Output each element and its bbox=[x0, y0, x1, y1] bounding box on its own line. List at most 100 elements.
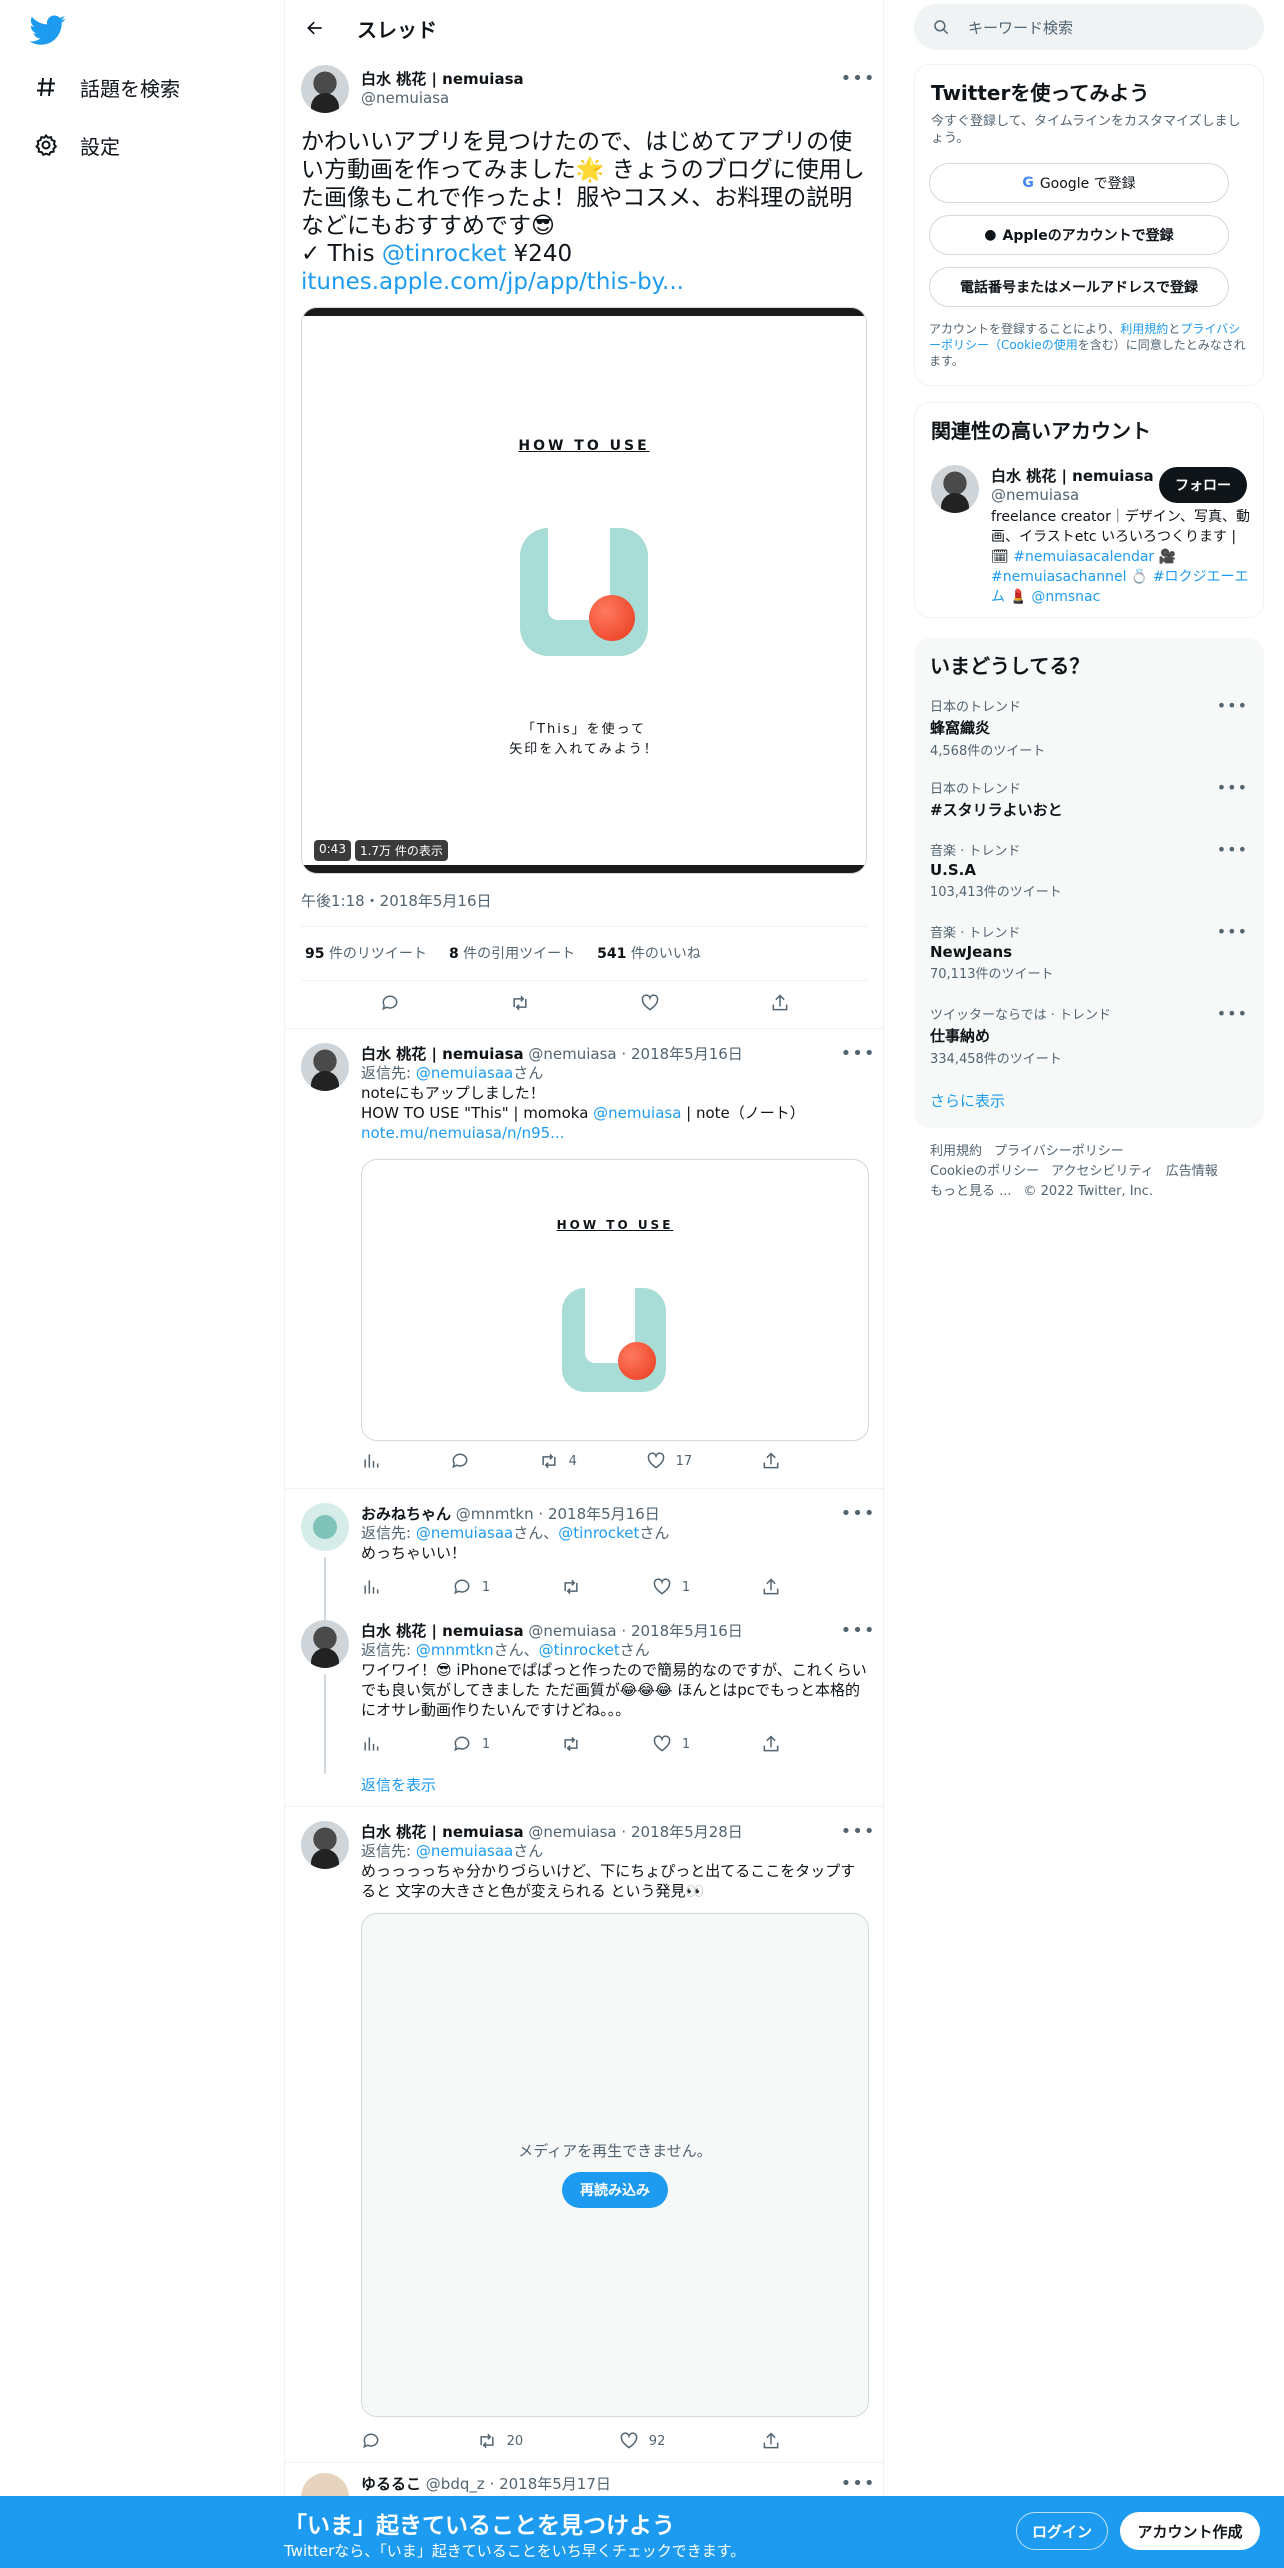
reply-to-link[interactable]: @nemuiasaa bbox=[416, 1524, 513, 1542]
reply-date[interactable]: 2018年5月17日 bbox=[499, 2475, 611, 2493]
tweet-author[interactable]: 白水 桃花 | nemuiasa @nemuiasa bbox=[361, 68, 524, 107]
retweet-button[interactable] bbox=[561, 1734, 581, 1754]
twitter-logo-icon[interactable] bbox=[29, 12, 66, 48]
reply-button[interactable] bbox=[361, 2431, 381, 2451]
reply-author-name[interactable]: 白水 桃花 | nemuiasa bbox=[361, 1045, 524, 1063]
hashtag-link[interactable]: #nemuiasacalendar bbox=[1013, 549, 1154, 565]
reply-author-name[interactable]: ゆるるこ bbox=[361, 2475, 421, 2493]
show-replies-link[interactable]: 返信を表示 bbox=[361, 1774, 436, 1795]
retweet-button[interactable] bbox=[561, 1577, 581, 1597]
avatar[interactable] bbox=[301, 1043, 349, 1091]
footer-cookie-link[interactable]: Cookieのポリシー bbox=[930, 1164, 1039, 1179]
mention-link[interactable]: @tinrocket bbox=[382, 241, 506, 267]
like-button[interactable]: 92 bbox=[619, 2431, 665, 2451]
mention-link[interactable]: @nmsnac bbox=[1031, 589, 1100, 605]
reply-date[interactable]: 2018年5月16日 bbox=[548, 1505, 660, 1523]
like-button[interactable] bbox=[640, 993, 660, 1013]
more-options-icon[interactable]: ••• bbox=[841, 1503, 875, 1524]
like-button[interactable]: 1 bbox=[652, 1734, 690, 1754]
more-options-icon[interactable]: ••• bbox=[841, 1043, 875, 1064]
analytics-button[interactable] bbox=[361, 1734, 381, 1754]
quote-stat[interactable]: 8 件の引用ツイート bbox=[449, 943, 575, 963]
more-options-icon[interactable]: ••• bbox=[841, 2473, 875, 2494]
trend-item[interactable]: ツイッターならでは · トレンド 仕事納め 334,458件のツイート ••• bbox=[930, 1004, 1248, 1067]
show-more-link[interactable]: さらに表示 bbox=[930, 1090, 1005, 1111]
reply-button[interactable]: 1 bbox=[452, 1577, 490, 1597]
login-button[interactable]: ログイン bbox=[1016, 2512, 1108, 2550]
footer-terms-link[interactable]: 利用規約 bbox=[930, 1144, 982, 1159]
avatar[interactable] bbox=[301, 1503, 349, 1551]
more-options-icon[interactable]: ••• bbox=[1217, 1004, 1248, 1023]
footer-accessibility-link[interactable]: アクセシビリティ bbox=[1051, 1164, 1154, 1179]
like-stat[interactable]: 541 件のいいね bbox=[597, 943, 701, 963]
nav-explore[interactable]: 話題を検索 bbox=[32, 67, 180, 107]
reply-tweet[interactable]: おみねちゃん @mnmtkn · 2018年5月16日 ••• 返信先: @ne… bbox=[285, 1488, 885, 1621]
link-card[interactable]: HOW TO USE bbox=[361, 1159, 869, 1441]
external-link[interactable]: itunes.apple.com/jp/app/this-by... bbox=[301, 269, 684, 295]
avatar[interactable] bbox=[931, 465, 979, 513]
more-options-icon[interactable]: ••• bbox=[1217, 778, 1248, 797]
reply-to-link[interactable]: @tinrocket bbox=[539, 1641, 620, 1659]
like-button[interactable]: 17 bbox=[646, 1451, 692, 1471]
share-button[interactable] bbox=[761, 1577, 781, 1597]
reply-date[interactable]: 2018年5月16日 bbox=[631, 1622, 743, 1640]
avatar[interactable] bbox=[301, 2473, 349, 2496]
retweet-stat[interactable]: 95 件のリツイート bbox=[305, 943, 427, 963]
avatar[interactable] bbox=[301, 1620, 349, 1668]
phone-signup-button[interactable]: 電話番号またはメールアドレスで登録 bbox=[929, 267, 1229, 307]
hashtag-link[interactable]: #nemuiasachannel bbox=[991, 569, 1126, 585]
tweet-timestamp[interactable]: 午後1:18・2018年5月16日 bbox=[301, 890, 492, 911]
reply-tweet[interactable]: ゆるるこ @bdq_z · 2018年5月17日 ••• bbox=[285, 2462, 885, 2496]
reply-button[interactable] bbox=[380, 993, 400, 1013]
share-button[interactable] bbox=[761, 1734, 781, 1754]
reply-date[interactable]: 2018年5月28日 bbox=[631, 1823, 743, 1841]
reply-to-link[interactable]: @nemuiasaa bbox=[416, 1842, 513, 1860]
follow-button[interactable]: フォロー bbox=[1159, 467, 1247, 503]
related-account[interactable]: 白水 桃花 | nemuiasa @nemuiasa bbox=[991, 465, 1154, 504]
more-options-icon[interactable]: ••• bbox=[841, 1620, 875, 1641]
share-button[interactable] bbox=[770, 993, 790, 1013]
analytics-button[interactable] bbox=[361, 1577, 381, 1597]
reply-to-link[interactable]: @mnmtkn bbox=[416, 1641, 494, 1659]
retweet-button[interactable]: 4 bbox=[539, 1451, 577, 1471]
more-options-icon[interactable]: ••• bbox=[1217, 840, 1248, 859]
trend-item[interactable]: 日本のトレンド 蜂窩織炎 4,568件のツイート ••• bbox=[930, 696, 1248, 759]
reply-button[interactable]: 1 bbox=[452, 1734, 490, 1754]
retweet-button[interactable] bbox=[510, 993, 530, 1013]
terms-link[interactable]: 利用規約 bbox=[1120, 322, 1168, 336]
search-input[interactable]: キーワード検索 bbox=[914, 4, 1264, 50]
reply-author-name[interactable]: 白水 桃花 | nemuiasa bbox=[361, 1622, 524, 1640]
more-options-icon[interactable]: ••• bbox=[841, 1821, 875, 1842]
nav-settings[interactable]: 設定 bbox=[32, 125, 120, 165]
avatar[interactable] bbox=[301, 1821, 349, 1869]
video-player[interactable]: HOW TO USE 「This」を使って 矢印を入れてみよう！ 0:43 1.… bbox=[301, 307, 867, 874]
reply-author-name[interactable]: 白水 桃花 | nemuiasa bbox=[361, 1823, 524, 1841]
reply-author-name[interactable]: おみねちゃん bbox=[361, 1505, 451, 1523]
share-button[interactable] bbox=[761, 1451, 781, 1471]
avatar[interactable] bbox=[301, 65, 349, 113]
reply-tweet[interactable]: 白水 桃花 | nemuiasa @nemuiasa · 2018年5月28日 … bbox=[285, 1806, 885, 2462]
footer-more-link[interactable]: もっと見る ... bbox=[930, 1184, 1012, 1199]
trend-item[interactable]: 音楽 · トレンド U.S.A 103,413件のツイート ••• bbox=[930, 840, 1248, 900]
external-link[interactable]: note.mu/nemuiasa/n/n95... bbox=[361, 1124, 564, 1142]
back-button[interactable] bbox=[299, 12, 331, 44]
more-options-icon[interactable]: ••• bbox=[1217, 922, 1248, 941]
reply-to-link[interactable]: @tinrocket bbox=[558, 1524, 639, 1542]
like-button[interactable]: 1 bbox=[652, 1577, 690, 1597]
signup-button[interactable]: アカウント作成 bbox=[1120, 2512, 1260, 2550]
footer-ads-link[interactable]: 広告情報 bbox=[1166, 1164, 1218, 1179]
reload-button[interactable]: 再読み込み bbox=[562, 2172, 668, 2208]
more-options-icon[interactable]: ••• bbox=[1217, 696, 1248, 715]
trend-item[interactable]: 日本のトレンド #スタリラよいおと ••• bbox=[930, 778, 1248, 820]
mention-link[interactable]: @nemuiasa bbox=[593, 1104, 681, 1122]
trend-item[interactable]: 音楽 · トレンド NewJeans 70,113件のツイート ••• bbox=[930, 922, 1248, 982]
share-button[interactable] bbox=[761, 2431, 781, 2451]
more-options-icon[interactable]: ••• bbox=[841, 68, 875, 89]
reply-tweet[interactable]: 白水 桃花 | nemuiasa @nemuiasa · 2018年5月16日 … bbox=[285, 1028, 885, 1488]
google-signup-button[interactable]: G Google で登録 bbox=[929, 163, 1229, 203]
reply-date[interactable]: 2018年5月16日 bbox=[631, 1045, 743, 1063]
reply-button[interactable] bbox=[450, 1451, 470, 1471]
reply-tweet[interactable]: 白水 桃花 | nemuiasa @nemuiasa · 2018年5月16日 … bbox=[285, 1620, 885, 1806]
retweet-button[interactable]: 20 bbox=[477, 2431, 523, 2451]
footer-privacy-link[interactable]: プライバシーポリシー bbox=[994, 1144, 1124, 1159]
